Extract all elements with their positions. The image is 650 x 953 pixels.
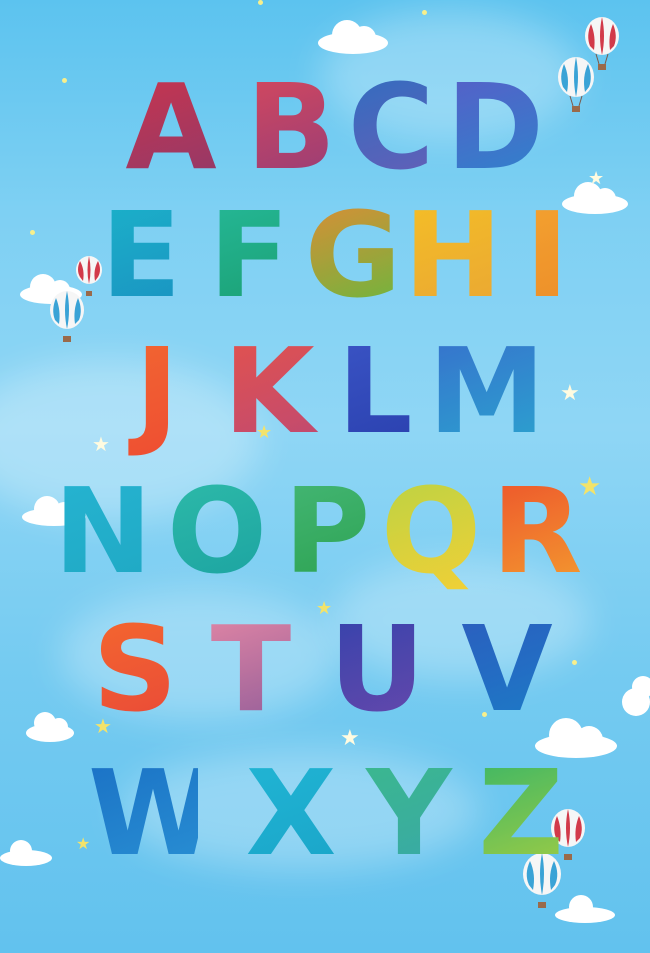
cloud-icon — [318, 18, 388, 54]
letter-b: B — [236, 62, 346, 192]
letter-r: R — [482, 466, 592, 596]
letter-w: W — [88, 744, 219, 882]
letter-row-6: W X Y Z — [0, 748, 650, 878]
letter-t: T — [196, 604, 306, 734]
letter-o: O — [162, 466, 272, 596]
letter-l: L — [320, 326, 430, 456]
letter-row-3: J K L M — [0, 326, 650, 456]
letter-q: Q — [376, 466, 486, 596]
alphabet-poster: ★ ★ ★ ★ ★ ★ ★ ★ ★ A B C D E F G H I J K … — [0, 0, 650, 953]
letter-i: I — [492, 190, 602, 320]
letter-u: U — [322, 604, 432, 734]
letter-c: C — [336, 62, 446, 192]
letter-f: F — [194, 190, 304, 320]
letter-row-4: N O P Q R — [0, 466, 650, 596]
letter-p: P — [272, 466, 382, 596]
letter-row-5: S T U V — [0, 604, 650, 734]
letter-z: Z — [466, 748, 576, 878]
letter-d: D — [440, 62, 550, 192]
letter-j: J — [102, 326, 212, 456]
sparkle-dot — [422, 10, 427, 15]
letter-x: X — [236, 748, 346, 878]
letter-row-2: E F G H I — [0, 190, 650, 320]
letter-g: G — [298, 190, 408, 320]
letter-v: V — [452, 604, 562, 734]
letter-row-1: A B C D — [0, 62, 650, 192]
cloud-icon — [555, 895, 615, 923]
letter-s: S — [80, 604, 190, 734]
sparkle-dot — [258, 0, 263, 5]
letter-k: K — [214, 326, 324, 456]
letter-y: Y — [354, 748, 464, 878]
letter-a: A — [116, 62, 226, 192]
letter-m: M — [428, 322, 546, 460]
letter-n: N — [48, 466, 158, 596]
letter-e: E — [86, 190, 196, 320]
